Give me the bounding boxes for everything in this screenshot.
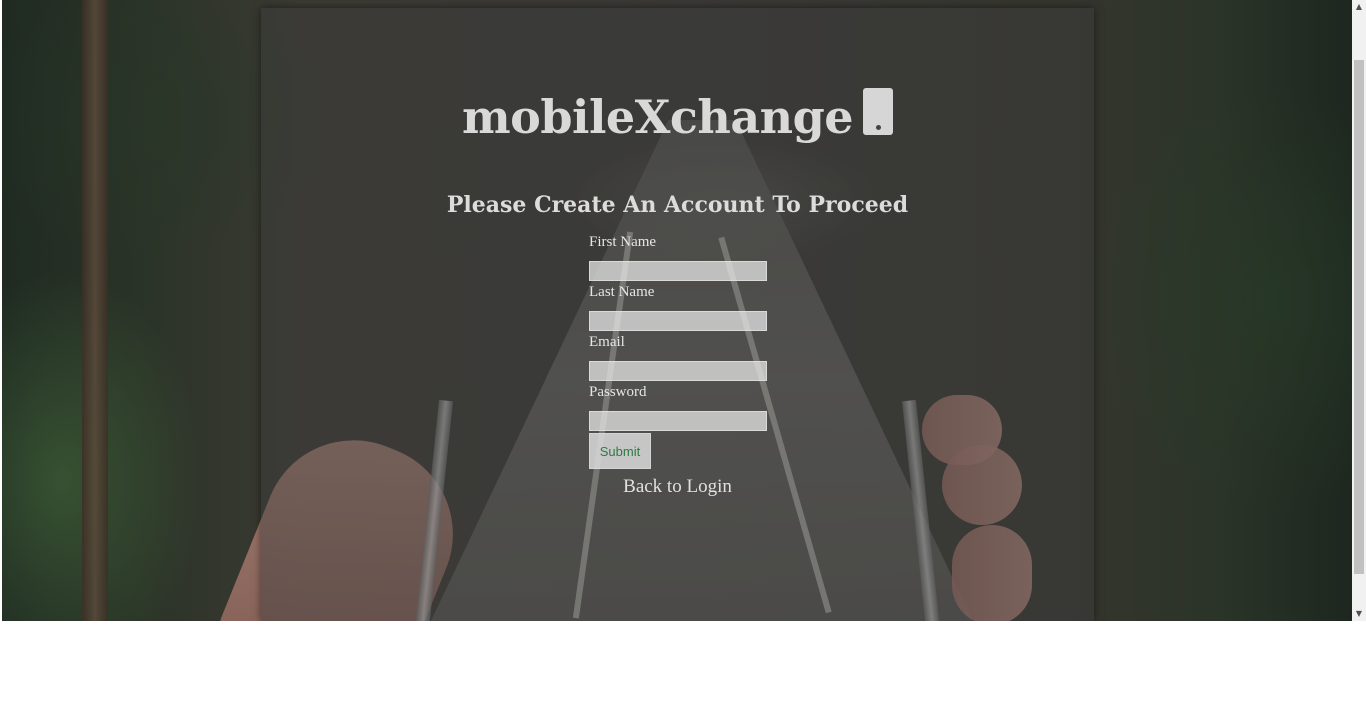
submit-button[interactable]: Submit — [589, 433, 651, 469]
email-field[interactable] — [589, 361, 767, 381]
signup-card: mobileXchange Please Create An Account T… — [261, 8, 1094, 621]
signup-form: First Name Last Name Email Password Subm… — [589, 233, 789, 469]
mobile-phone-icon — [863, 87, 894, 135]
brand-title: mobileXchange — [461, 90, 854, 144]
last-name-label: Last Name — [589, 284, 655, 300]
scrollbar-thumb[interactable] — [1354, 60, 1364, 574]
last-name-field[interactable] — [589, 311, 767, 331]
first-name-field[interactable] — [589, 261, 767, 281]
back-to-login-link[interactable]: Back to Login — [261, 476, 1094, 498]
scroll-up-arrow-icon[interactable]: ▲ — [1352, 0, 1366, 14]
page-heading: Please Create An Account To Proceed — [446, 192, 909, 218]
first-name-label: First Name — [589, 234, 657, 250]
brand-header: mobileXchange — [261, 87, 1094, 144]
page-background: mobileXchange Please Create An Account T… — [2, 0, 1352, 621]
background-utility-pole — [82, 0, 108, 621]
email-label: Email — [589, 334, 625, 350]
password-label: Password — [589, 384, 647, 400]
vertical-scrollbar[interactable]: ▲ ▼ — [1352, 0, 1366, 621]
scroll-down-arrow-icon[interactable]: ▼ — [1352, 607, 1366, 621]
password-field[interactable] — [589, 411, 767, 431]
